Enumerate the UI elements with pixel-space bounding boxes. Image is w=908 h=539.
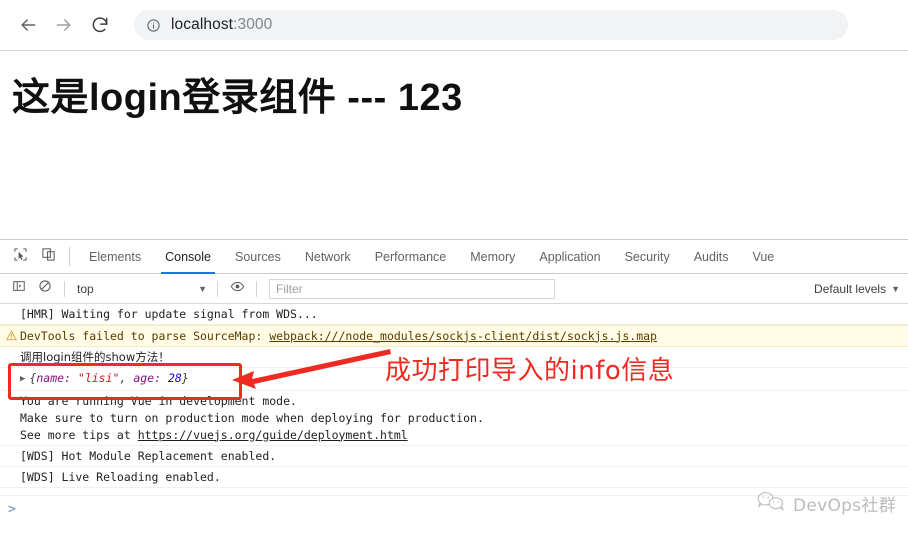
page-title: 这是login登录组件 --- 123 <box>12 77 463 119</box>
annotation-text: 成功打印导入的info信息 <box>385 356 675 386</box>
console-sidebar-icon <box>12 279 26 298</box>
arrow-right-icon <box>54 15 74 35</box>
message-text: [HMR] Waiting for update signal from WDS… <box>20 306 318 321</box>
vue-deployment-link[interactable]: https://vuejs.org/guide/deployment.html <box>138 428 408 442</box>
toolbar-divider <box>69 247 70 266</box>
prompt-caret-icon: > <box>8 502 16 517</box>
reload-icon <box>90 15 110 35</box>
object-close-brace: } <box>181 370 189 385</box>
object-value-name: "lisi" <box>77 370 120 385</box>
device-toolbar-icon <box>41 247 56 267</box>
address-bar[interactable]: localhost:3000 <box>134 10 848 40</box>
arrow-left-icon <box>18 15 38 35</box>
browser-window: localhost:3000 这是login登录组件 --- 123 Eleme… <box>0 0 908 539</box>
inspect-element-button[interactable] <box>6 240 34 273</box>
tab-network[interactable]: Network <box>293 240 363 273</box>
tab-label: Performance <box>374 249 447 264</box>
log-levels-label: Default levels <box>814 281 887 296</box>
vue-line-1: You are running Vue in development mode. <box>20 393 297 408</box>
devtools-panel: Elements Console Sources Network Perform… <box>0 239 908 539</box>
live-expression-eye-icon <box>230 279 245 299</box>
toolbar-divider <box>217 280 218 297</box>
object-comma: , <box>119 370 134 385</box>
tab-console[interactable]: Console <box>153 240 223 274</box>
console-message-wds-hmr[interactable]: [WDS] Hot Module Replacement enabled. <box>0 446 908 467</box>
browser-toolbar: localhost:3000 <box>0 0 908 51</box>
url-port: :3000 <box>233 16 273 33</box>
tab-elements[interactable]: Elements <box>77 240 153 273</box>
sourcemap-link[interactable]: webpack:///node_modules/sockjs-client/di… <box>269 329 657 343</box>
filter-input[interactable]: Filter <box>269 278 555 299</box>
device-toolbar-button[interactable] <box>34 240 62 273</box>
console-message-wds-live[interactable]: [WDS] Live Reloading enabled. <box>0 467 908 488</box>
tab-performance[interactable]: Performance <box>363 240 459 273</box>
console-message-hmr[interactable]: [HMR] Waiting for update signal from WDS… <box>0 304 908 325</box>
clear-console-icon <box>38 279 52 298</box>
tab-label: Memory <box>470 249 516 264</box>
inspect-element-icon <box>13 247 28 267</box>
log-levels-select[interactable]: Default levels ▼ <box>806 282 908 296</box>
tab-security[interactable]: Security <box>613 240 682 273</box>
object-key-age: age: <box>133 370 168 385</box>
tab-label: Application <box>539 249 601 264</box>
tab-application[interactable]: Application <box>527 240 612 273</box>
tab-label: Vue <box>752 249 775 264</box>
devtools-tabbar: Elements Console Sources Network Perform… <box>0 240 908 274</box>
vue-line-3: See more tips at https://vuejs.org/guide… <box>20 427 908 444</box>
vue-line-2: Make sure to turn on production mode whe… <box>20 410 484 425</box>
console-message-warning[interactable]: DevTools failed to parse SourceMap: webp… <box>0 325 908 347</box>
console-output[interactable]: [HMR] Waiting for update signal from WDS… <box>0 304 908 539</box>
message-text: DevTools failed to parse SourceMap: <box>20 328 270 343</box>
message-text: [WDS] Hot Module Replacement enabled. <box>20 448 277 463</box>
message-text: [WDS] Live Reloading enabled. <box>20 469 221 484</box>
tab-sources[interactable]: Sources <box>223 240 293 273</box>
console-toolbar: top ▼ Filter Default levels ▼ <box>0 274 908 304</box>
page-viewport: 这是login登录组件 --- 123 <box>0 51 908 239</box>
tab-label: Console <box>165 249 211 264</box>
live-expression-button[interactable] <box>224 276 250 302</box>
expand-triangle-icon[interactable]: ▶ <box>20 371 25 388</box>
warning-triangle-icon <box>5 329 17 341</box>
info-circle-icon[interactable] <box>146 18 161 33</box>
tab-label: Network <box>304 249 351 264</box>
reload-button[interactable] <box>82 7 118 43</box>
toolbar-divider <box>64 280 65 297</box>
url-host: localhost <box>171 16 234 33</box>
message-text: 调用login组件的show方法！ <box>20 349 170 364</box>
object-value-age: 28 <box>167 370 182 385</box>
clear-console-button[interactable] <box>32 276 58 302</box>
tab-label: Security <box>624 249 670 264</box>
forward-button[interactable] <box>46 7 82 43</box>
console-prompt-row[interactable]: > <box>0 495 908 539</box>
tab-label: Audits <box>693 249 729 264</box>
tab-memory[interactable]: Memory <box>458 240 527 273</box>
console-sidebar-button[interactable] <box>6 276 32 302</box>
tab-label: Sources <box>234 249 281 264</box>
chevron-down-icon: ▼ <box>891 283 901 294</box>
chevron-down-icon: ▼ <box>198 283 207 294</box>
tab-vue[interactable]: Vue <box>740 240 786 273</box>
url-text: localhost:3000 <box>171 16 272 34</box>
execution-context-value: top <box>77 281 94 296</box>
vue-line-3-prefix: See more tips at <box>20 427 138 442</box>
object-preview: {name: "lisi", age: 28} <box>29 371 188 385</box>
back-button[interactable] <box>10 7 46 43</box>
toolbar-divider <box>256 280 257 297</box>
tab-audits[interactable]: Audits <box>682 240 741 273</box>
execution-context-select[interactable]: top ▼ <box>71 282 211 296</box>
console-message-vue-devmode[interactable]: You are running Vue in development mode.… <box>0 391 908 446</box>
object-key-name: name: <box>36 370 78 385</box>
tab-label: Elements <box>89 249 142 264</box>
